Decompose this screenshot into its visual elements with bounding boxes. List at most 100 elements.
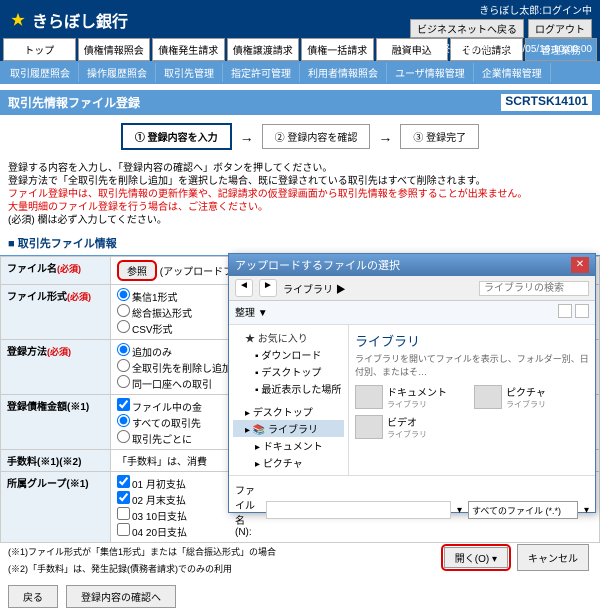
app-header: きらぼし銀行 きらぼし太郎:ログイン中 ビジネスネットへ戻る ログアウト 最終操… [0, 0, 600, 38]
group-opt-2[interactable]: 03 10日支払 [117, 512, 187, 523]
format-opt-1[interactable]: 総合振込形式 [117, 309, 192, 320]
lib-item-videos[interactable]: ビデオライブラリ [355, 414, 470, 440]
lib-item-documents[interactable]: ドキュメントライブラリ [355, 384, 470, 410]
back-to-biznet-button[interactable]: ビジネスネットへ戻る [410, 19, 524, 38]
filename-input[interactable] [266, 501, 451, 519]
tree-documents[interactable]: ▸ ドキュメント [233, 437, 344, 454]
tree-recent[interactable]: ▪ 最近表示した場所 [233, 380, 344, 397]
step-indicator: ① 登録内容を入力 → ② 登録内容を確認 → ③ 登録完了 [0, 115, 600, 158]
page-title-bar: 取引先情報ファイル登録 SCRTSK14101 [0, 90, 600, 115]
close-icon[interactable]: ✕ [571, 257, 589, 273]
dialog-toolbar: 整理 ▼ [229, 301, 595, 325]
amount-label: 登録債権金額(※1) [1, 395, 111, 450]
lib-item-pictures[interactable]: ピクチャライブラリ [474, 384, 589, 410]
libraries-subtitle: ライブラリを開いてファイルを表示し、フォルダー別、日付別、またはそ… [355, 352, 589, 378]
note-5: (必須) 欄は必ず入力してください。 [8, 214, 592, 227]
login-status: きらぼし太郎:ログイン中 [410, 2, 592, 17]
tree-pictures[interactable]: ▸ ピクチャ [233, 454, 344, 471]
page-title: 取引先情報ファイル登録 [8, 94, 140, 111]
group-opt-1[interactable]: 02 月末支払 [117, 496, 186, 507]
tree-desktop[interactable]: ▪ デスクトップ [233, 363, 344, 380]
note-2: 登録方法で「全取引先を削除し追加」を選択した場合、既に登録されている取引先はすべ… [8, 175, 592, 188]
tab-issue[interactable]: 債権発生請求 [152, 38, 225, 61]
tree-videos[interactable]: ▸ ビデオ [233, 471, 344, 475]
folder-icon [355, 415, 383, 439]
reg-opt-2[interactable]: 同一口座への取引 [117, 380, 212, 391]
subtab-2[interactable]: 取引先管理 [156, 63, 223, 82]
file-label: ファイル名 [7, 264, 57, 275]
step-3: ③ 登録完了 [400, 124, 479, 149]
tree-favorites[interactable]: ★ お気に入り [233, 329, 344, 346]
amount-opt-2[interactable]: 取引先ごとに [117, 435, 192, 446]
view-icon[interactable] [558, 304, 572, 318]
fee-label: 手数料(※1)(※2) [1, 450, 111, 472]
amount-opt-1[interactable]: すべての取引先 [117, 419, 201, 430]
group-opt-0[interactable]: 01 月初支払 [117, 480, 186, 491]
arrow-icon: → [378, 129, 392, 145]
open-button[interactable]: 開く(O) ▾ [444, 547, 508, 568]
back-button[interactable]: 戻る [8, 585, 58, 608]
folder-icon [355, 385, 383, 409]
note-3: ファイル登録中は、取引先情報の更新作業や、記録請求の仮登録画面から取引先情報を参… [8, 188, 592, 201]
subtab-3[interactable]: 指定許可管理 [223, 63, 300, 82]
chevron-down-icon[interactable]: ▾ [457, 505, 462, 516]
cancel-button[interactable]: キャンセル [517, 544, 589, 571]
nav-back-icon[interactable]: ◄ [235, 279, 253, 297]
confirm-button[interactable]: 登録内容の確認へ [66, 585, 176, 608]
tab-inquiry[interactable]: 債権情報照会 [78, 38, 151, 61]
last-operation-time: 最終操作日時：2018/05/16 10:00:00 [410, 40, 592, 55]
tab-top[interactable]: トップ [3, 38, 76, 61]
subtab-5[interactable]: ユーザ情報管理 [387, 63, 474, 82]
arrow-icon: → [240, 129, 254, 145]
format-label: ファイル形式 [7, 292, 67, 303]
organize-menu[interactable]: 整理 ▼ [235, 304, 268, 321]
file-dialog: アップロードするファイルの選択 ✕ ◄ ► ライブラリ ▶ 整理 ▼ ★ お気に… [228, 253, 596, 513]
subtab-4[interactable]: 利用者情報照会 [300, 63, 387, 82]
tab-transfer[interactable]: 債権譲渡請求 [227, 38, 300, 61]
file-filter-select[interactable] [468, 501, 578, 519]
bank-name: きらぼし銀行 [32, 8, 128, 32]
dialog-buttons: 開く(O) ▾ キャンセル [229, 544, 595, 577]
breadcrumb[interactable]: ライブラリ ▶ [283, 281, 346, 296]
subtab-0[interactable]: 取引履歴照会 [2, 63, 79, 82]
dialog-body: ★ お気に入り ▪ ダウンロード ▪ デスクトップ ▪ 最近表示した場所 ▸ デ… [229, 325, 595, 475]
format-opt-0[interactable]: 集信1形式 [117, 293, 178, 304]
bottom-buttons: 戻る 登録内容の確認へ [0, 577, 600, 616]
browse-button[interactable]: 参照 [117, 260, 157, 281]
dialog-nav: ◄ ► ライブラリ ▶ [229, 276, 595, 301]
group-opt-3[interactable]: 04 20日支払 [117, 528, 187, 539]
search-input[interactable] [479, 281, 589, 296]
note-1: 登録する内容を入力し、「登録内容の確認へ」ボタンを押してください。 [8, 162, 592, 175]
tree-libraries[interactable]: ▸ 📚 ライブラリ [233, 420, 344, 437]
dialog-title: アップロードするファイルの選択 [235, 257, 400, 273]
reg-opt-0[interactable]: 追加のみ [117, 348, 172, 359]
subtab-1[interactable]: 操作履歴照会 [79, 63, 156, 82]
step-1: ① 登録内容を入力 [121, 123, 232, 150]
tab-batch[interactable]: 債権一括請求 [301, 38, 374, 61]
help-icon[interactable] [575, 304, 589, 318]
sub-tabs: 取引履歴照会 操作履歴照会 取引先管理 指定許可管理 利用者情報照会 ユーザ情報… [0, 61, 600, 84]
format-opt-2[interactable]: CSV形式 [117, 325, 173, 336]
dialog-titlebar: アップロードするファイルの選択 ✕ [229, 254, 595, 276]
dialog-footer: ファイル名(N): ▾ ▾ [229, 475, 595, 544]
star-icon [8, 10, 28, 30]
tree-desktop2[interactable]: ▸ デスクトップ [233, 403, 344, 420]
libraries-title: ライブラリ [355, 331, 589, 350]
step-2: ② 登録内容を確認 [262, 124, 371, 149]
note-4: 大量明細のファイル登録を行う場合は、ご注意ください。 [8, 201, 592, 214]
reg-label: 登録方法 [7, 347, 47, 358]
instruction-notes: 登録する内容を入力し、「登録内容の確認へ」ボタンを押してください。 登録方法で「… [0, 158, 600, 231]
reg-opt-1[interactable]: 全取引先を削除し追加 [117, 364, 232, 375]
folder-icon [474, 385, 502, 409]
dialog-sidebar: ★ お気に入り ▪ ダウンロード ▪ デスクトップ ▪ 最近表示した場所 ▸ デ… [229, 325, 349, 475]
header-right: きらぼし太郎:ログイン中 ビジネスネットへ戻る ログアウト 最終操作日時：201… [410, 2, 592, 55]
tree-downloads[interactable]: ▪ ダウンロード [233, 346, 344, 363]
nav-fwd-icon[interactable]: ► [259, 279, 277, 297]
subtab-6[interactable]: 企業情報管理 [474, 63, 551, 82]
amount-opt-0[interactable]: ファイル中の金 [117, 403, 202, 414]
group-label: 所属グループ(※1) [1, 472, 111, 543]
logout-button[interactable]: ログアウト [528, 19, 592, 38]
chevron-down-icon[interactable]: ▾ [584, 505, 589, 516]
filename-label: ファイル名(N): [235, 482, 260, 538]
page-code: SCRTSK14101 [501, 94, 592, 111]
